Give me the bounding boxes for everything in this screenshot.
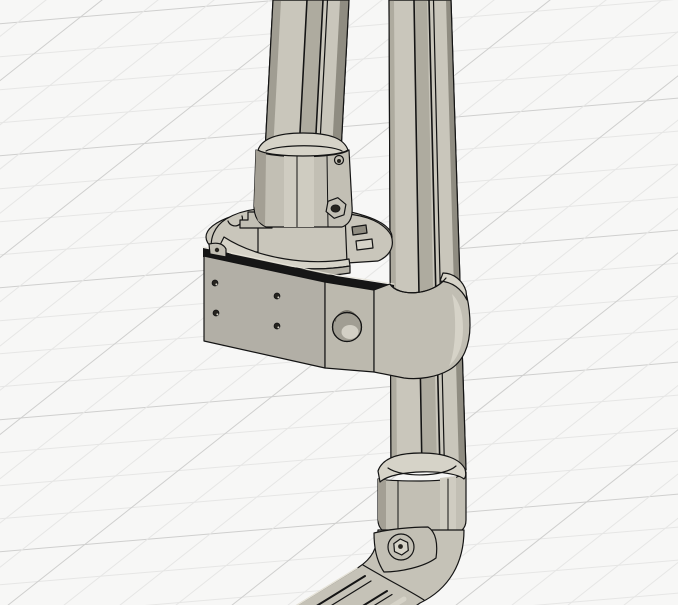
hole-glint <box>277 326 279 328</box>
hole-glint <box>216 313 218 315</box>
clamp-hex-socket <box>331 205 340 212</box>
elbow-socket-collar[interactable] <box>378 453 466 534</box>
pivot-bore-floor <box>342 325 359 339</box>
plate-notch-cut <box>352 225 367 235</box>
plate-clamp-tab <box>356 239 373 250</box>
clamp-pin-hole-bore <box>337 159 341 163</box>
clamp-highlight <box>284 154 314 227</box>
hole-glint <box>215 283 217 285</box>
elbow-hex-socket <box>398 544 403 549</box>
left-extrusion-rail[interactable] <box>265 0 349 152</box>
hole-glint <box>277 296 279 298</box>
cad-viewport[interactable] <box>0 0 678 605</box>
cad-viewport-canvas[interactable] <box>0 0 678 605</box>
block-corner-hole <box>215 248 219 252</box>
